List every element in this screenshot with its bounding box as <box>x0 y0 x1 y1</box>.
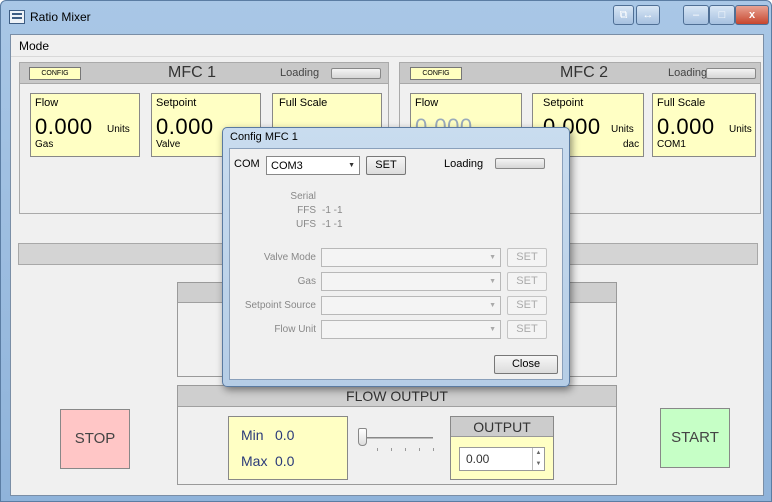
com-select[interactable]: COM3 ▼ <box>266 156 360 175</box>
window-title: Ratio Mixer <box>30 10 91 24</box>
slider-tick <box>419 448 420 451</box>
mfc1-config-button[interactable]: CONFIG <box>29 67 81 80</box>
app-icon <box>9 10 25 24</box>
chevron-down-icon: ▼ <box>489 326 496 333</box>
com-set-button[interactable]: SET <box>366 156 406 175</box>
start-button[interactable]: START <box>660 408 730 468</box>
gas-select[interactable]: ▼ <box>321 272 501 291</box>
mfc2-loading-label: Loading <box>668 67 708 79</box>
setpoint-source-label: Setpoint Source <box>244 300 316 311</box>
chevron-down-icon: ▼ <box>489 302 496 309</box>
slider-tick <box>377 448 378 451</box>
output-slider-track[interactable] <box>363 437 433 439</box>
mfc1-flow-card: Flow 0.000 Units Gas <box>30 93 140 157</box>
max-value: 0.0 <box>275 453 295 469</box>
setpoint-unit: Units <box>611 124 634 135</box>
output-stepper[interactable]: 0.00 ▲ ▼ <box>459 447 545 471</box>
setpoint-source-set-button[interactable]: SET <box>507 296 547 315</box>
flow-unit: Units <box>107 124 130 135</box>
mfc1-header: CONFIG MFC 1 Loading <box>20 63 388 84</box>
flow-unit-set-button[interactable]: SET <box>507 320 547 339</box>
slider-tick <box>433 448 434 451</box>
min-max-panel: Min 0.0 Max 0.0 <box>228 416 348 480</box>
gas-set-button[interactable]: SET <box>507 272 547 291</box>
fullscale-label: Full Scale <box>657 97 706 109</box>
dac-label: dac <box>623 139 640 150</box>
setpoint-label: Setpoint <box>156 97 197 109</box>
mfc1-title: MFC 1 <box>168 64 216 81</box>
flow-label: Flow <box>35 97 59 109</box>
mfc2-fullscale-card: Full Scale 0.000 Units COM1 <box>652 93 756 157</box>
serial-label: Serial <box>290 191 316 202</box>
setpoint-value: 0.000 <box>156 114 214 139</box>
fullscale-unit: Units <box>729 124 752 135</box>
stepper-arrows-icon[interactable]: ▲ ▼ <box>532 448 544 470</box>
slider-tick <box>405 448 406 451</box>
chevron-down-icon: ▼ <box>489 278 496 285</box>
valve-mode-select[interactable]: ▼ <box>321 248 501 267</box>
mfc1-loading-bar <box>331 68 381 79</box>
setpoint-source-select[interactable]: ▼ <box>321 296 501 315</box>
output-title: OUTPUT <box>451 417 553 437</box>
mfc2-loading-bar <box>706 68 756 79</box>
fullscale-label: Full Scale <box>279 97 328 109</box>
output-panel: OUTPUT 0.00 ▲ ▼ <box>450 416 554 480</box>
gas-label: Gas <box>35 139 54 150</box>
valve-label: Valve <box>156 139 181 150</box>
flow-output-group: FLOW OUTPUT Min 0.0 Max 0.0 OUTPUT 0.00 … <box>177 385 617 485</box>
com-label: COM1 <box>657 139 686 150</box>
min-label: Min <box>241 427 264 443</box>
min-value: 0.0 <box>275 427 295 443</box>
dialog-loading-bar <box>495 158 545 169</box>
dialog-title: Config MFC 1 <box>230 131 298 143</box>
restore-icon[interactable]: ⧉ <box>613 5 634 25</box>
flow-value: 0.000 <box>35 114 93 139</box>
ffs-value: -1 -1 <box>322 205 343 216</box>
close-button[interactable]: x <box>735 5 769 25</box>
mfc1-loading-label: Loading <box>280 67 320 79</box>
dialog-loading-label: Loading <box>444 158 484 170</box>
title-bar[interactable]: Ratio Mixer ⧉ ↔ – □ x <box>1 1 772 35</box>
com-value: COM3 <box>271 160 303 172</box>
chevron-down-icon: ▼ <box>348 162 355 169</box>
gas-label: Gas <box>297 276 316 287</box>
minimize-button[interactable]: – <box>683 5 709 25</box>
mfc2-config-button[interactable]: CONFIG <box>410 67 462 80</box>
output-value: 0.00 <box>466 452 490 466</box>
slider-tick <box>391 448 392 451</box>
config-dialog: Config MFC 1 COM COM3 ▼ SET Loading Seri… <box>222 127 570 387</box>
setpoint-label: Setpoint <box>543 97 584 109</box>
flow-unit-label: Flow Unit <box>274 324 316 335</box>
ufs-label: UFS <box>296 219 316 230</box>
mfc2-title: MFC 2 <box>560 64 608 81</box>
menu-mode[interactable]: Mode <box>19 39 49 53</box>
output-slider-thumb[interactable] <box>358 428 367 446</box>
max-label: Max <box>241 453 268 469</box>
ffs-label: FFS <box>297 205 316 216</box>
close-dialog-button[interactable]: Close <box>494 355 558 374</box>
menu-bar: Mode <box>11 35 763 57</box>
flow-unit-select[interactable]: ▼ <box>321 320 501 339</box>
ufs-value: -1 -1 <box>322 219 343 230</box>
valve-mode-set-button[interactable]: SET <box>507 248 547 267</box>
mfc2-header: CONFIG MFC 2 Loading <box>400 63 760 84</box>
stop-button[interactable]: STOP <box>60 409 130 469</box>
chevron-down-icon: ▼ <box>489 254 496 261</box>
flow-output-title: FLOW OUTPUT <box>178 386 616 407</box>
swap-icon[interactable]: ↔ <box>636 5 660 25</box>
com-label: COM <box>234 158 260 170</box>
valve-mode-label: Valve Mode <box>263 252 316 263</box>
flow-label: Flow <box>415 97 439 109</box>
fullscale-value: 0.000 <box>657 114 715 139</box>
dialog-body: COM COM3 ▼ SET Loading Serial FFS -1 -1 … <box>229 148 563 380</box>
maximize-button[interactable]: □ <box>709 5 735 25</box>
